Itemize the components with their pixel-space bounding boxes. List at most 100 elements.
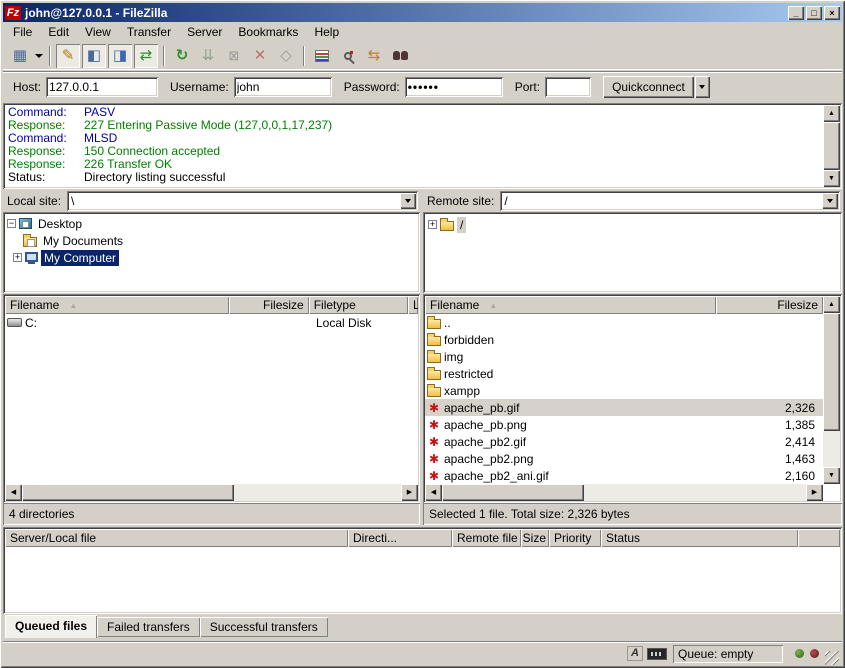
chevron-down-icon	[35, 54, 43, 58]
menu-help[interactable]: Help	[306, 23, 347, 41]
column-header-filename[interactable]: Filename▲	[5, 296, 229, 314]
magnifier-icon	[344, 52, 352, 60]
scroll-down-button[interactable]: ▼	[823, 467, 840, 484]
quickconnect-dropdown[interactable]	[695, 76, 710, 98]
column-header-server-local-file[interactable]: Server/Local file	[5, 529, 348, 547]
tree-item-root[interactable]: /	[428, 216, 842, 233]
directory-comparison-button[interactable]: ⇆	[362, 44, 386, 68]
file-row-c-drive[interactable]: C: Local Disk	[5, 314, 418, 331]
tree-item-my-computer[interactable]: My Computer	[7, 249, 420, 266]
menu-bookmarks[interactable]: Bookmarks	[230, 23, 306, 41]
column-header-filename[interactable]: Filename▲	[425, 296, 716, 314]
username-input[interactable]	[234, 77, 332, 97]
disconnect-button[interactable]: ✕	[248, 44, 272, 68]
local-list-hscrollbar[interactable]: ◀ ▶	[5, 484, 418, 501]
toggle-queue-button[interactable]: ⇄	[134, 44, 158, 68]
title-bar[interactable]: Fz john@127.0.0.1 - FileZilla _ □ ×	[3, 3, 842, 22]
quickconnect-button[interactable]: Quickconnect	[603, 76, 694, 98]
menu-file[interactable]: File	[5, 23, 40, 41]
tree-item-my-documents[interactable]: My Documents	[7, 232, 420, 249]
file-row[interactable]: ..	[425, 314, 823, 331]
sort-ascending-icon: ▲	[489, 301, 497, 310]
scrollbar-thumb[interactable]	[442, 484, 584, 501]
password-input[interactable]	[405, 77, 503, 97]
tab-failed-transfers[interactable]: Failed transfers	[97, 617, 200, 637]
column-header-filesize[interactable]: Filesize	[229, 296, 308, 314]
expand-icon[interactable]	[13, 253, 22, 262]
file-row[interactable]: xampp	[425, 382, 823, 399]
column-header-priority[interactable]: Priority	[549, 529, 601, 547]
minimize-button[interactable]: _	[788, 6, 804, 20]
process-queue-button[interactable]: ⇊	[196, 44, 220, 68]
expand-icon[interactable]	[428, 220, 437, 229]
reconnect-button[interactable]: ◇	[274, 44, 298, 68]
host-label: Host:	[13, 80, 41, 94]
refresh-button[interactable]: ↻	[170, 44, 194, 68]
combo-dropdown-button[interactable]	[822, 193, 838, 209]
site-manager-button[interactable]: ▦	[8, 44, 32, 68]
message-log-lines: Command:PASV Response:227 Entering Passi…	[5, 105, 822, 187]
remote-list-hscrollbar[interactable]: ◀ ▶	[425, 484, 823, 501]
file-row[interactable]: ✱apache_pb2.png1,463	[425, 450, 823, 467]
port-input[interactable]	[545, 77, 591, 97]
scrollbar-thumb[interactable]	[22, 484, 234, 501]
message-log-icon: ✎	[62, 48, 75, 63]
column-header-filetype[interactable]: Filetype	[309, 296, 408, 314]
menu-edit[interactable]: Edit	[40, 23, 77, 41]
file-row[interactable]: ✱apache_pb2_ani.gif2,160	[425, 467, 823, 484]
synchronized-browsing-button[interactable]	[388, 44, 412, 68]
file-row[interactable]: ✱apache_pb2.gif2,414	[425, 433, 823, 450]
column-header-size[interactable]: Size	[521, 529, 549, 547]
scrollbar-thumb[interactable]	[823, 313, 840, 431]
menu-server[interactable]: Server	[179, 23, 230, 41]
remote-site-combobox[interactable]: /	[500, 191, 840, 211]
tab-queued-files[interactable]: Queued files	[5, 615, 97, 638]
file-row-selected[interactable]: ✱apache_pb.gif2,326	[425, 399, 823, 416]
folder-icon	[440, 221, 454, 231]
maximize-button[interactable]: □	[806, 6, 822, 20]
remote-list-vscrollbar[interactable]: ▲ ▼	[823, 296, 840, 484]
scroll-left-button[interactable]: ◀	[5, 484, 22, 501]
my-documents-icon	[23, 237, 37, 247]
file-row[interactable]: ✱apache_pb.png1,385	[425, 416, 823, 433]
file-row[interactable]: img	[425, 348, 823, 365]
scroll-left-button[interactable]: ◀	[425, 484, 442, 501]
column-header-status[interactable]: Status	[601, 529, 798, 547]
toolbar-separator	[49, 46, 51, 66]
toggle-local-tree-button[interactable]: ◧	[82, 44, 106, 68]
process-queue-icon: ⇊	[202, 48, 215, 63]
tree-item-desktop[interactable]: Desktop	[7, 215, 420, 232]
combo-dropdown-button[interactable]	[400, 193, 416, 209]
menu-transfer[interactable]: Transfer	[119, 23, 179, 41]
scrollbar-thumb[interactable]	[823, 122, 840, 170]
file-row[interactable]: restricted	[425, 365, 823, 382]
window-title: john@127.0.0.1 - FileZilla	[25, 6, 786, 20]
toggle-remote-tree-button[interactable]: ◨	[108, 44, 132, 68]
directory-comparison-icon: ⇆	[368, 48, 381, 63]
scroll-right-button[interactable]: ▶	[806, 484, 823, 501]
host-input[interactable]	[46, 77, 158, 97]
find-files-button[interactable]	[336, 44, 360, 68]
scroll-right-button[interactable]: ▶	[401, 484, 418, 501]
filter-button[interactable]	[310, 44, 334, 68]
column-header-direction[interactable]: Directi...	[348, 529, 452, 547]
tab-successful-transfers[interactable]: Successful transfers	[200, 617, 328, 637]
scroll-down-button[interactable]: ▼	[823, 170, 840, 187]
scroll-up-button[interactable]: ▲	[823, 105, 840, 122]
cancel-operation-button[interactable]: ⊠	[222, 44, 246, 68]
encryption-status-icon[interactable]	[647, 648, 667, 660]
column-header-filesize[interactable]: Filesize	[716, 296, 823, 314]
menu-view[interactable]: View	[77, 23, 119, 41]
close-button[interactable]: ×	[824, 6, 840, 20]
column-header-last-modified[interactable]: L	[408, 296, 418, 314]
column-header-remote-file[interactable]: Remote file	[452, 529, 521, 547]
resize-grip[interactable]	[825, 651, 839, 665]
site-manager-dropdown[interactable]	[33, 44, 45, 68]
collapse-icon[interactable]	[7, 219, 16, 228]
scroll-up-button[interactable]: ▲	[823, 296, 840, 313]
log-scrollbar[interactable]: ▲ ▼	[823, 105, 840, 187]
transfer-type-icon[interactable]: A	[627, 646, 643, 661]
file-row[interactable]: forbidden	[425, 331, 823, 348]
local-site-combobox[interactable]: \	[67, 191, 418, 211]
toggle-message-log-button[interactable]: ✎	[56, 44, 80, 68]
